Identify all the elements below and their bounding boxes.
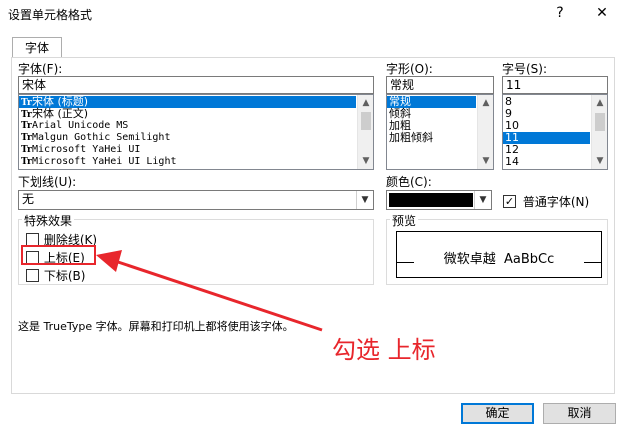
title-bar bbox=[0, 0, 628, 28]
tab-font[interactable]: 字体 bbox=[12, 37, 62, 58]
chevron-down-icon[interactable]: ▼ bbox=[356, 191, 373, 209]
arrow-head bbox=[96, 250, 122, 272]
list-item-label: Arial Unicode MS bbox=[32, 120, 129, 131]
list-item[interactable]: 加粗倾斜 bbox=[387, 132, 476, 144]
truetype-icon: Tr bbox=[21, 157, 32, 167]
annotation-text: 勾选 上标 bbox=[332, 336, 436, 364]
underline-value: 无 bbox=[22, 192, 35, 206]
list-item[interactable]: TrMicrosoft YaHei UI Light bbox=[19, 156, 356, 168]
list-item-label: 加粗倾斜 bbox=[389, 131, 433, 144]
arrow-shaft bbox=[111, 258, 323, 332]
scroll-down-icon[interactable]: ▼ bbox=[592, 153, 607, 169]
scroll-up-icon[interactable]: ▲ bbox=[358, 95, 373, 111]
subscript-checkbox[interactable]: 下标(B) bbox=[26, 267, 85, 284]
truetype-icon: Tr bbox=[21, 133, 32, 143]
list-item[interactable]: 8 bbox=[503, 96, 590, 108]
font-label: 字体(F): bbox=[18, 62, 63, 76]
list-item-label: Microsoft YaHei UI Light bbox=[32, 156, 177, 167]
style-label: 字形(O): bbox=[386, 62, 433, 76]
scroll-down-icon[interactable]: ▼ bbox=[478, 153, 493, 169]
scroll-up-icon[interactable]: ▲ bbox=[592, 95, 607, 111]
style-list-scrollbar[interactable]: ▲ ▼ bbox=[477, 95, 493, 169]
preview-title: 预览 bbox=[390, 212, 419, 229]
list-item[interactable]: TrMicrosoft YaHei UI bbox=[19, 144, 356, 156]
underline-select[interactable]: 无 ▼ bbox=[18, 190, 374, 210]
normal-font-label: 普通字体(N) bbox=[522, 195, 590, 209]
scroll-thumb[interactable] bbox=[361, 112, 371, 130]
list-item[interactable]: Tr宋体 (正文) bbox=[19, 107, 356, 121]
list-item[interactable]: TrArial Unicode MS bbox=[19, 120, 356, 132]
list-item[interactable]: 14 bbox=[503, 156, 590, 168]
color-swatch bbox=[389, 193, 473, 207]
subscript-label: 下标(B) bbox=[43, 269, 86, 283]
list-item-label: Malgun Gothic Semilight bbox=[32, 132, 171, 143]
ok-button[interactable]: 确定 bbox=[461, 403, 534, 424]
scroll-thumb[interactable] bbox=[595, 113, 605, 131]
underline-label: 下划线(U): bbox=[18, 175, 77, 189]
font-list[interactable]: Tr宋体 (标题) Tr宋体 (正文) TrArial Unicode MS TrMa… bbox=[18, 94, 374, 170]
size-label: 字号(S): bbox=[502, 62, 548, 76]
truetype-icon: Tr bbox=[21, 145, 32, 155]
list-item-label: 宋体 (正文) bbox=[32, 107, 89, 120]
preview-sample: 微软卓越 AaBbCc bbox=[443, 252, 555, 267]
scroll-down-icon[interactable]: ▼ bbox=[358, 153, 373, 169]
style-input[interactable]: 常规 bbox=[386, 76, 494, 94]
list-item-label: 14 bbox=[505, 155, 519, 168]
style-list[interactable]: 常规 倾斜 加粗 加粗倾斜 ▲ ▼ bbox=[386, 94, 494, 170]
font-list-scrollbar[interactable]: ▲ ▼ bbox=[357, 95, 373, 169]
list-item[interactable]: TrMalgun Gothic Semilight bbox=[19, 132, 356, 144]
font-input[interactable]: 宋体 bbox=[18, 76, 374, 94]
list-item-label: Microsoft YaHei UI bbox=[32, 144, 141, 155]
size-list[interactable]: 8 9 10 11 12 14 ▲ ▼ bbox=[502, 94, 608, 170]
truetype-icon: Tr bbox=[21, 121, 32, 131]
effects-title: 特殊效果 bbox=[22, 212, 75, 229]
size-list-scrollbar[interactable]: ▲ ▼ bbox=[591, 95, 607, 169]
size-input[interactable]: 11 bbox=[502, 76, 608, 94]
color-label: 颜色(C): bbox=[386, 175, 432, 189]
preview-box: 微软卓越 AaBbCc bbox=[396, 231, 602, 278]
checkbox-icon[interactable] bbox=[503, 195, 516, 208]
annotation-arrow bbox=[96, 250, 323, 332]
checkbox-icon[interactable] bbox=[26, 269, 39, 282]
window-title: 设置单元格格式 bbox=[8, 8, 93, 22]
chevron-down-icon[interactable]: ▼ bbox=[474, 191, 491, 209]
scroll-up-icon[interactable]: ▲ bbox=[478, 95, 493, 111]
close-button[interactable]: ✕ bbox=[588, 2, 616, 24]
color-picker[interactable]: ▼ bbox=[386, 190, 492, 210]
normal-font-checkbox[interactable]: 普通字体(N) bbox=[503, 193, 589, 210]
highlight-box bbox=[21, 245, 96, 265]
help-button[interactable]: ? bbox=[546, 2, 574, 24]
cancel-button[interactable]: 取消 bbox=[543, 403, 616, 424]
